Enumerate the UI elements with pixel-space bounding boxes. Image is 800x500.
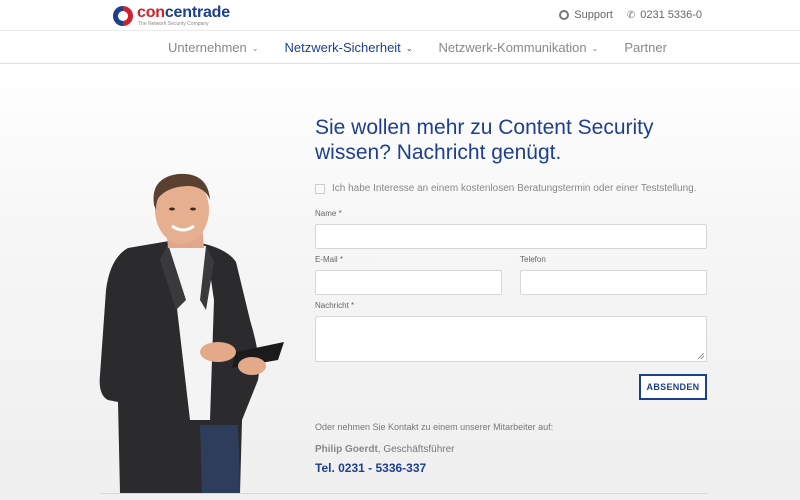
support-label: Support: [574, 9, 613, 21]
nav-item-netzwerk-sicherheit[interactable]: Netzwerk-Sicherheit ⌄: [284, 40, 412, 55]
nav-item-label: Partner: [624, 40, 667, 55]
consultation-checkbox[interactable]: [315, 183, 325, 194]
phone-icon: ✆: [626, 9, 636, 21]
divider: [100, 493, 708, 494]
contact-intro: Oder nehmen Sie Kontakt zu einem unserer…: [315, 422, 554, 432]
phone-field[interactable]: [520, 270, 707, 295]
lifebuoy-icon: [559, 10, 570, 20]
employee-photo: [99, 173, 284, 493]
consultation-checkbox-label: Ich habe Interesse an einem kostenlosen …: [332, 183, 697, 194]
resize-handle-icon[interactable]: [698, 353, 704, 359]
chevron-down-icon: ⌄: [405, 43, 413, 53]
contact-person: Philip Goerdt, Geschäftsführer: [315, 444, 454, 455]
contact-phone[interactable]: Tel. 0231 - 5336-337: [315, 461, 426, 475]
nav-item-netzwerk-kommunikation[interactable]: Netzwerk-Kommunikation ⌄: [439, 40, 599, 55]
message-label: Nachricht *: [315, 301, 355, 310]
name-field[interactable]: [315, 224, 707, 249]
email-label: E-Mail *: [315, 255, 344, 264]
consultation-checkbox-row: Ich habe Interesse an einem kostenlosen …: [315, 183, 696, 194]
name-label: Name *: [315, 209, 342, 218]
nav-item-partner[interactable]: Partner: [624, 40, 667, 55]
chevron-down-icon: ⌄: [591, 43, 599, 53]
contact-name: Philip Goerdt: [315, 444, 378, 455]
nav-item-label: Netzwerk-Sicherheit: [284, 40, 401, 55]
top-links: Support ✆ 0231 5336-0: [559, 9, 702, 21]
email-field[interactable]: [315, 270, 502, 295]
phone-field-label: Telefon: [520, 255, 546, 264]
form-heading: Sie wollen mehr zu Content Security wiss…: [315, 116, 654, 164]
phone-number-label: 0231 5336-0: [640, 9, 702, 21]
contact-role: , Geschäftsführer: [377, 444, 455, 455]
nav-item-label: Netzwerk-Kommunikation: [438, 40, 587, 55]
message-textarea[interactable]: [315, 316, 707, 362]
phone-link[interactable]: ✆ 0231 5336-0: [627, 9, 702, 21]
submit-button[interactable]: ABSENDEN: [639, 374, 707, 400]
support-link[interactable]: Support: [559, 9, 613, 21]
